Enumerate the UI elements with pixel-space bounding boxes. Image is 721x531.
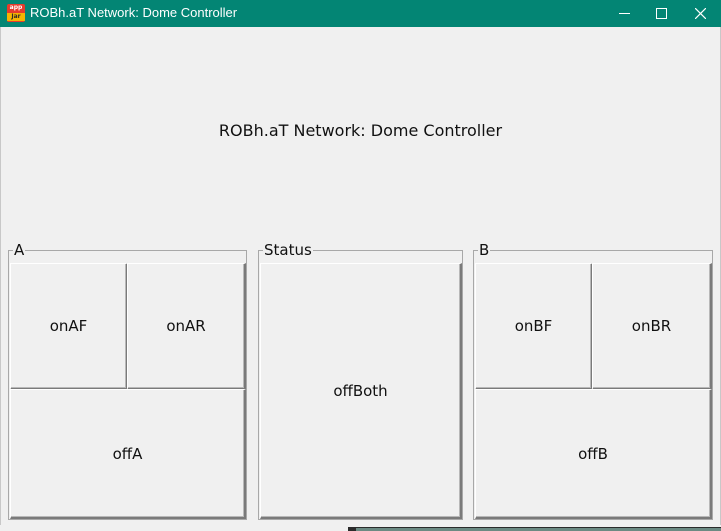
app-icon-text-top: app <box>9 4 23 11</box>
window-title: ROBh.aT Network: Dome Controller <box>30 5 238 20</box>
window-bottom-edge <box>0 525 721 531</box>
maximize-button[interactable] <box>643 0 680 27</box>
group-a-label: A <box>14 241 25 259</box>
page-title: ROBh.aT Network: Dome Controller <box>218 121 503 140</box>
on-bf-button[interactable]: onBF <box>475 263 593 390</box>
title-bar[interactable]: app Jar ROBh.aT Network: Dome Controller <box>0 0 721 27</box>
on-af-button[interactable]: onAF <box>10 263 128 390</box>
app-icon-text-bottom: Jar <box>7 13 25 21</box>
off-b-button[interactable]: offB <box>475 389 712 519</box>
on-ar-button[interactable]: onAR <box>127 263 246 390</box>
on-br-button[interactable]: onBR <box>592 263 712 390</box>
off-a-button[interactable]: offA <box>10 389 246 519</box>
group-b-label: B <box>479 241 490 259</box>
group-status-label: Status <box>264 241 312 259</box>
close-icon <box>695 8 706 19</box>
maximize-icon <box>656 8 667 19</box>
minimize-icon <box>619 13 630 14</box>
off-both-button[interactable]: offBoth <box>260 263 462 519</box>
minimize-button[interactable] <box>606 0 643 27</box>
close-button[interactable] <box>682 0 719 27</box>
java-app-jar-icon: app Jar <box>7 4 25 22</box>
